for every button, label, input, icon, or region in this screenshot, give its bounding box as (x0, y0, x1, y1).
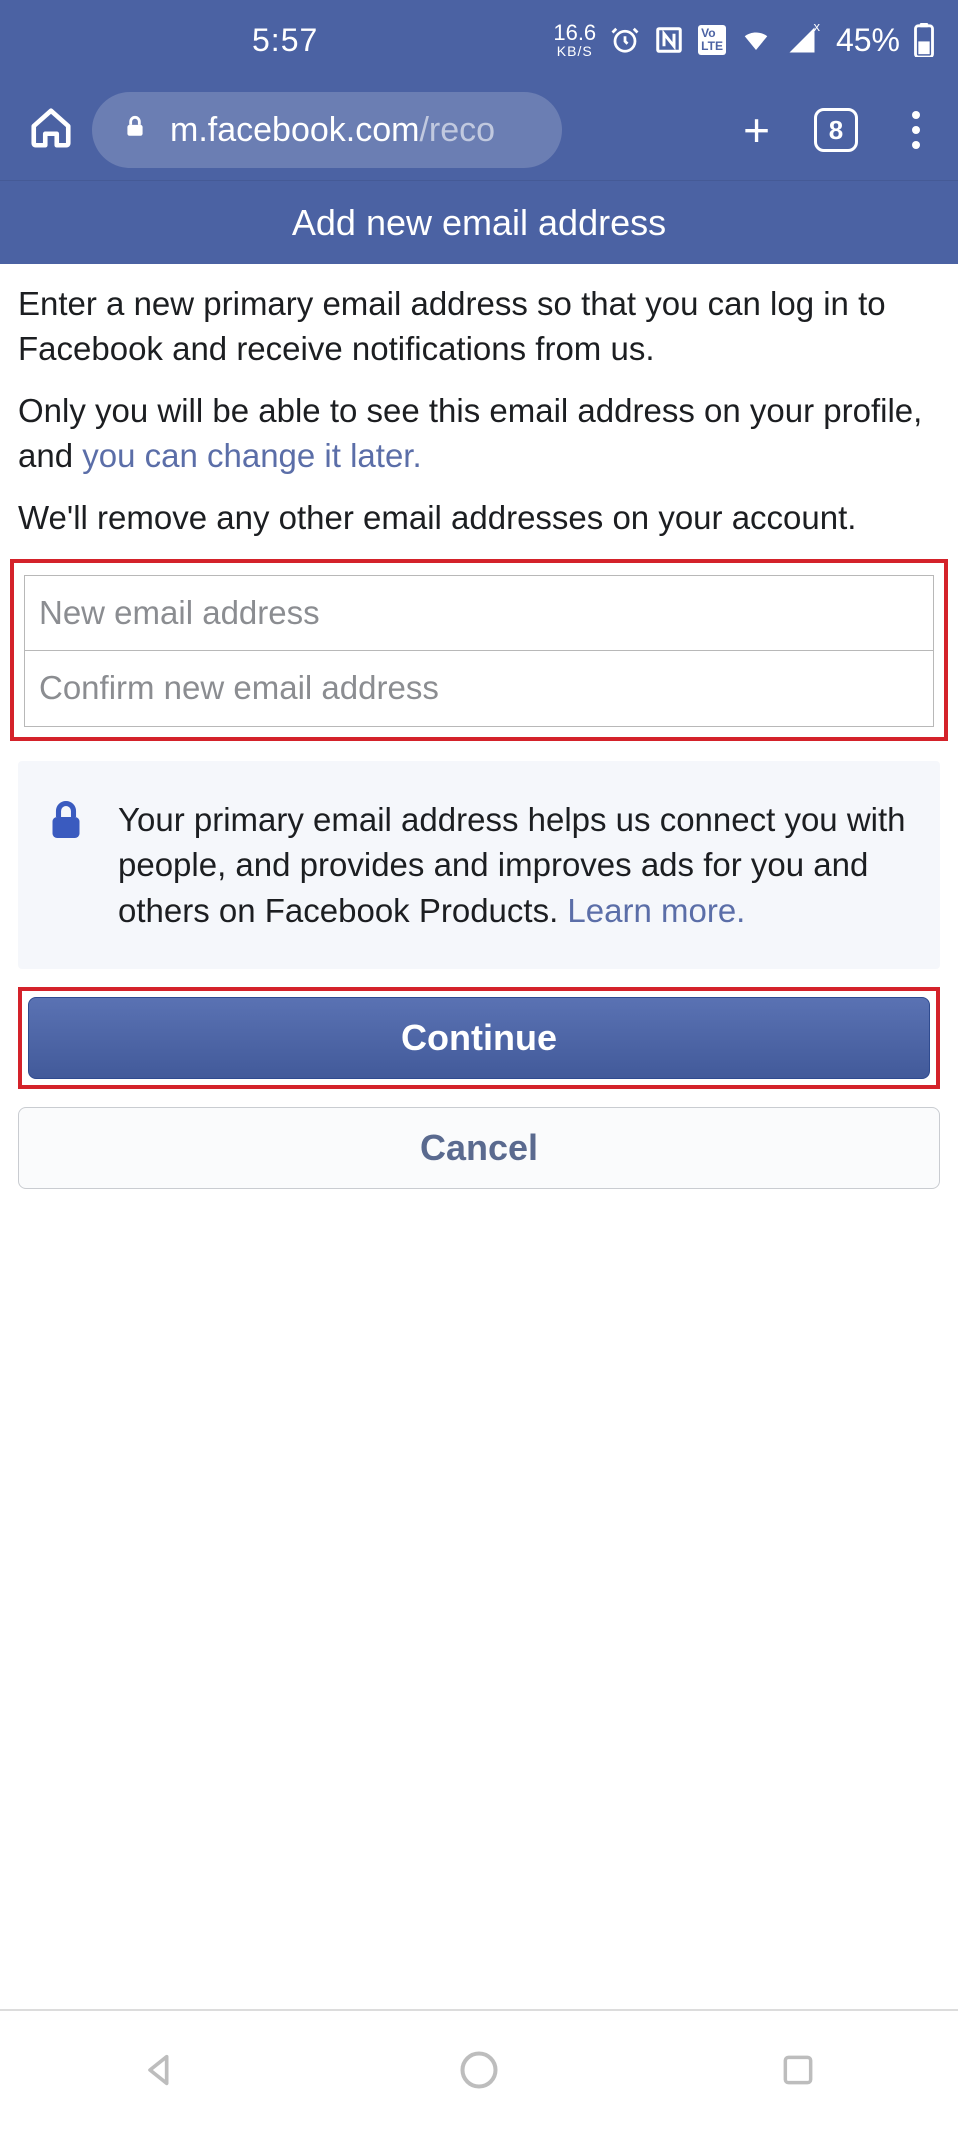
info-text: Your primary email address helps us conn… (118, 801, 906, 929)
overflow-menu-button[interactable] (902, 107, 930, 153)
android-nav-bar (0, 2009, 958, 2129)
url-bar[interactable]: m.facebook.com/reco (92, 92, 562, 168)
nfc-icon (654, 25, 684, 55)
volte-icon: VoLTE (698, 25, 726, 54)
intro-text-2: Only you will be able to see this email … (18, 389, 940, 478)
wifi-icon (740, 25, 772, 55)
recents-button[interactable] (768, 2040, 828, 2100)
main-content: Enter a new primary email address so tha… (0, 264, 958, 1189)
tab-count-button[interactable]: 8 (814, 108, 858, 152)
home-icon[interactable] (28, 105, 74, 156)
intro-text-3: We'll remove any other email addresses o… (18, 496, 940, 541)
battery-icon (914, 23, 934, 57)
privacy-lock-icon (48, 797, 90, 934)
network-speed: 16.6 KB/S (553, 22, 596, 58)
alarm-icon (610, 25, 640, 55)
new-tab-button[interactable]: + (743, 107, 770, 153)
url-path: /reco (419, 111, 495, 150)
back-button[interactable] (130, 2040, 190, 2100)
lock-icon (122, 111, 148, 150)
continue-highlight: Continue (18, 987, 940, 1089)
signal-icon: x (786, 25, 818, 55)
new-email-input[interactable] (24, 575, 934, 651)
battery-percent: 45% (836, 22, 900, 59)
status-time: 5:57 (252, 22, 318, 59)
browser-toolbar: m.facebook.com/reco + 8 (0, 80, 958, 180)
email-fields-highlight (10, 559, 948, 741)
info-box: Your primary email address helps us conn… (18, 761, 940, 970)
continue-button[interactable]: Continue (28, 997, 930, 1079)
status-bar: 5:57 16.6 KB/S VoLTE x 45% (0, 0, 958, 80)
page-title: Add new email address (0, 180, 958, 264)
url-host: m.facebook.com (170, 111, 419, 150)
home-button[interactable] (449, 2040, 509, 2100)
confirm-email-input[interactable] (24, 651, 934, 727)
change-later-link[interactable]: you can change it later. (82, 437, 421, 474)
learn-more-link[interactable]: Learn more. (567, 892, 745, 929)
cancel-button[interactable]: Cancel (18, 1107, 940, 1189)
intro-text-1: Enter a new primary email address so tha… (18, 282, 940, 371)
